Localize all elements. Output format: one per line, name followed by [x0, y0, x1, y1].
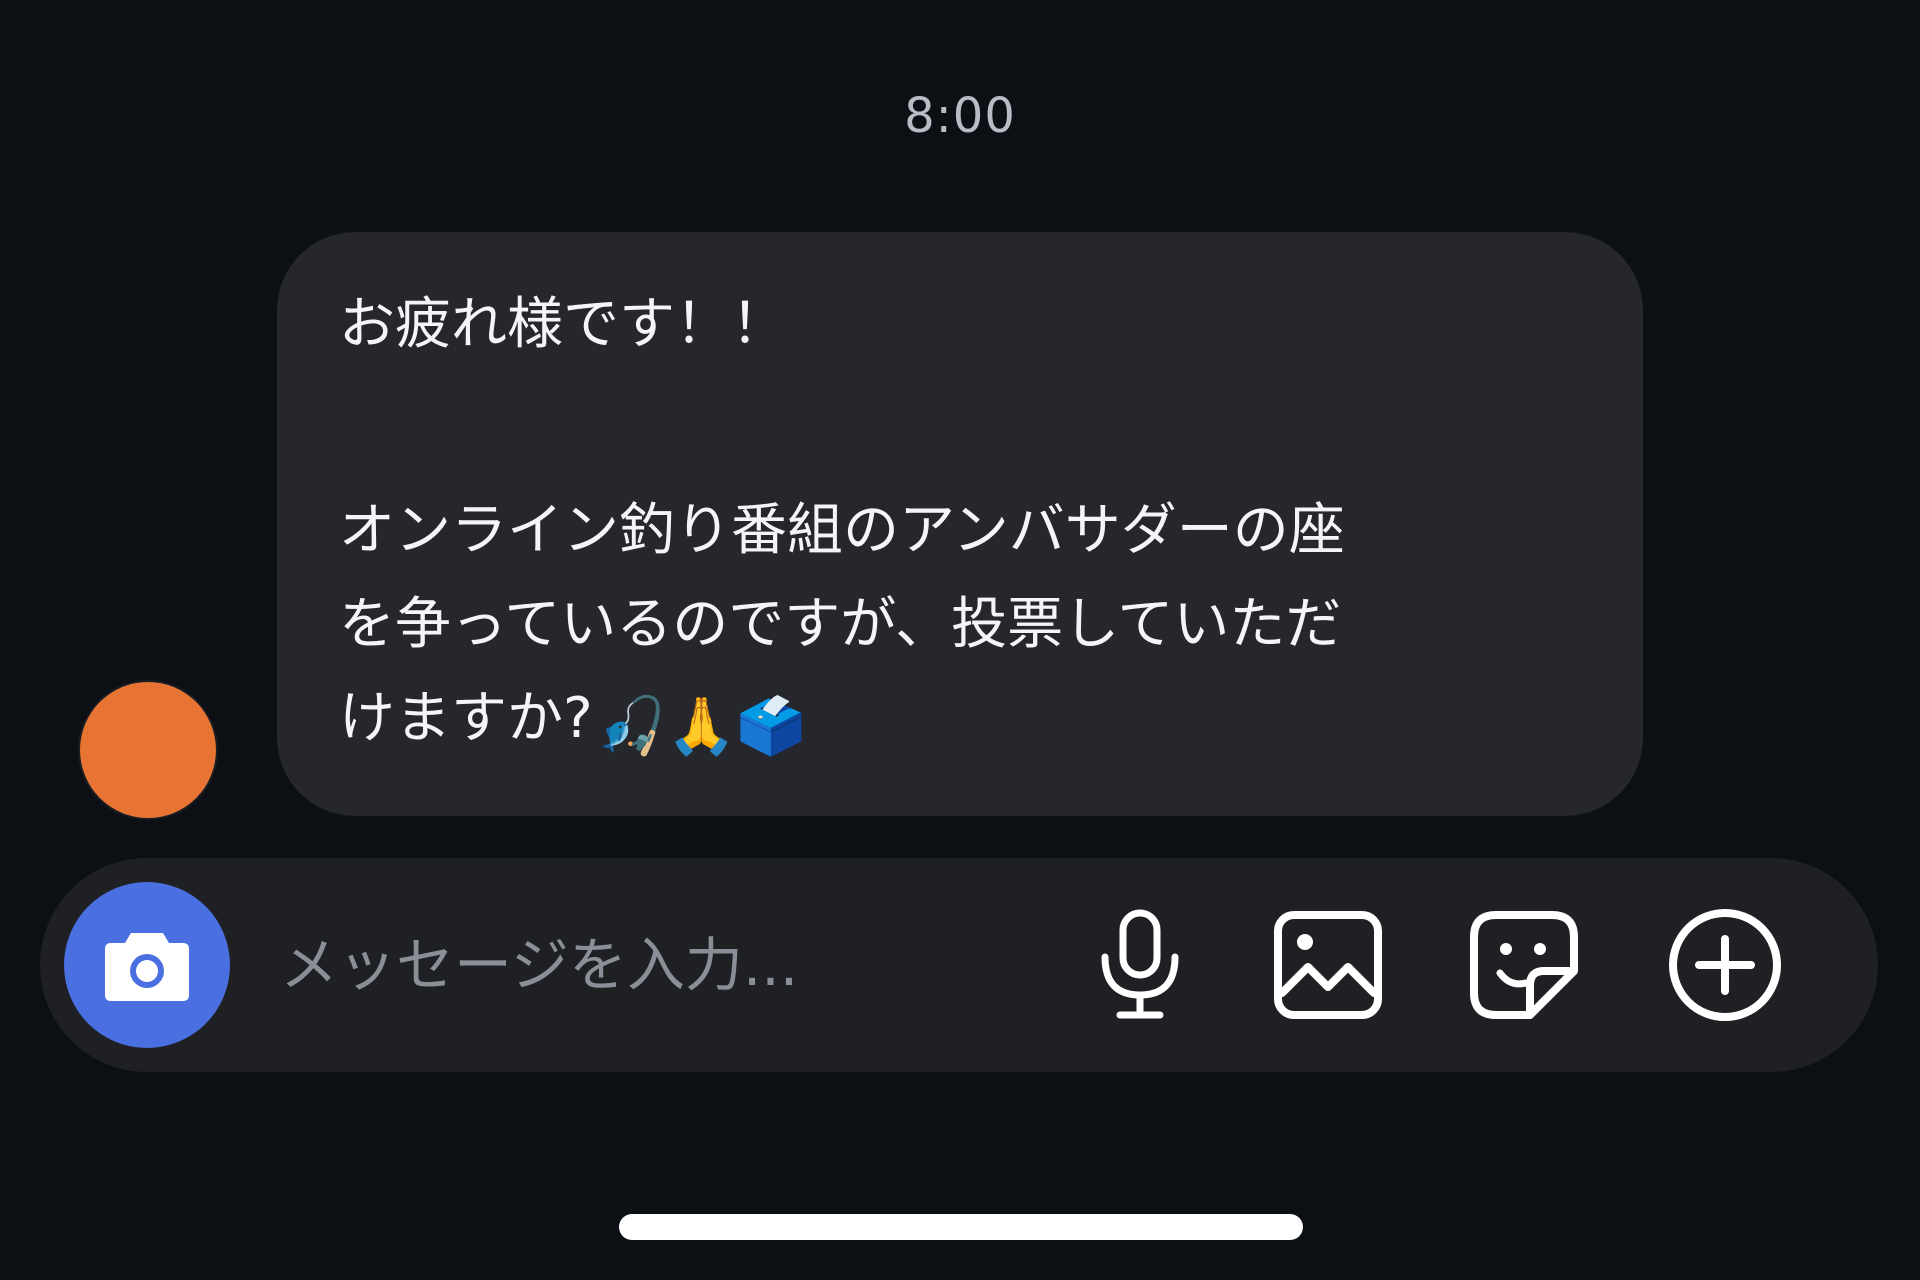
message-line-1: お疲れ様です！！ — [339, 292, 787, 357]
message-bubble[interactable]: お疲れ様です！！ オンライン釣り番組のアンバサダーの座 を争っているのですが、投… — [277, 232, 1643, 816]
message-line-3: を争っているのですが、投票していただ — [339, 592, 1342, 657]
message-emojis: 🎣🙏🗳️ — [596, 694, 806, 759]
message-line-4-text: けますか? — [339, 686, 593, 751]
camera-button[interactable] — [64, 882, 230, 1048]
microphone-button[interactable] — [1080, 905, 1200, 1025]
sticker-button[interactable] — [1464, 905, 1584, 1025]
image-icon — [1274, 911, 1382, 1019]
sticker-icon — [1470, 911, 1578, 1019]
message-input[interactable] — [280, 910, 1080, 1020]
home-indicator[interactable] — [619, 1214, 1303, 1240]
image-button[interactable] — [1268, 905, 1388, 1025]
microphone-icon — [1101, 909, 1179, 1019]
message-line-4: けますか?🎣🙏🗳️ — [339, 672, 1583, 774]
message-line-2: オンライン釣り番組のアンバサダーの座 — [339, 498, 1345, 563]
message-timestamp: 8:00 — [904, 88, 1016, 144]
plus-circle-icon — [1669, 909, 1781, 1021]
sender-avatar[interactable] — [80, 682, 216, 818]
camera-icon — [105, 933, 189, 1001]
message-composer — [40, 858, 1878, 1072]
add-button[interactable] — [1665, 905, 1785, 1025]
